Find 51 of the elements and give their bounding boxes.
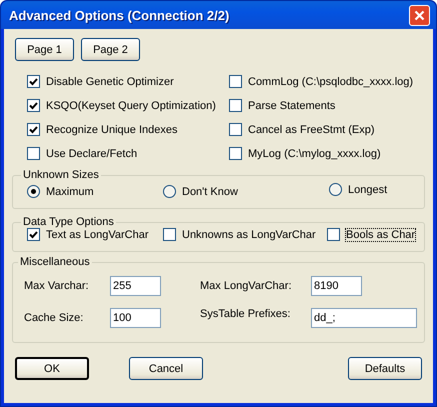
radio-label: Maximum [46, 186, 94, 198]
text-field[interactable]: 100 [110, 308, 161, 328]
checkmark-icon [29, 78, 38, 86]
radio-button[interactable] [163, 185, 176, 198]
checkbox-label: KSQO(Keyset Query Optimization) [46, 100, 216, 112]
text-field[interactable]: 255 [110, 276, 161, 296]
group-title: Unknown Sizes [22, 169, 100, 181]
checkbox-label: Bools as Char [346, 228, 416, 240]
radio-label: Longest [348, 184, 388, 196]
dialog-button[interactable]: Defaults [348, 357, 422, 380]
checkmark-icon [29, 126, 38, 134]
close-button[interactable] [409, 4, 430, 26]
checkmark-icon [29, 102, 38, 110]
radio-button[interactable] [329, 183, 342, 196]
dialog-button[interactable]: Cancel [129, 357, 203, 380]
checkbox-label: CommLog (C:\psqlodbc_xxxx.log) [248, 76, 414, 88]
field-label: SysTable Prefixes: [200, 308, 292, 320]
text-field[interactable]: 8190 [311, 276, 362, 296]
field-label: Max Varchar: [24, 280, 90, 292]
radio-label: Don't Know [182, 186, 238, 198]
checkbox[interactable] [229, 147, 242, 160]
checkbox-label: Recognize Unique Indexes [46, 124, 178, 136]
page-button[interactable]: Page 2 [81, 38, 140, 61]
checkbox[interactable] [163, 228, 176, 241]
checkbox[interactable] [229, 99, 242, 112]
group-title: Miscellaneous [19, 256, 91, 268]
checkbox-label: Disable Genetic Optimizer [46, 76, 174, 88]
radio-button[interactable] [27, 185, 40, 198]
checkbox[interactable] [27, 228, 40, 241]
field-label: Cache Size: [24, 312, 84, 324]
checkbox[interactable] [327, 228, 340, 241]
checkbox-label: Unknowns as LongVarChar [182, 228, 316, 240]
checkbox-label: Use Declare/Fetch [46, 148, 138, 160]
group-title: Data Type Options [22, 216, 115, 228]
window-title: Advanced Options (Connection 2/2) [9, 8, 230, 22]
checkbox[interactable] [27, 99, 40, 112]
checkbox-label: MyLog (C:\mylog_xxxx.log) [248, 148, 381, 160]
checkbox-label: Parse Statements [248, 100, 336, 112]
dialog-button[interactable]: OK [15, 357, 89, 380]
checkbox-label: Cancel as FreeStmt (Exp) [248, 124, 375, 136]
checkbox[interactable] [27, 147, 40, 160]
checkbox[interactable] [27, 123, 40, 136]
checkbox-label: Text as LongVarChar [46, 228, 149, 240]
close-icon [414, 10, 425, 20]
field-label: Max LongVarChar: [200, 280, 293, 292]
checkmark-icon [29, 230, 38, 238]
page-button[interactable]: Page 1 [15, 38, 74, 61]
checkbox[interactable] [27, 75, 40, 88]
checkbox[interactable] [229, 123, 242, 136]
text-field[interactable]: dd_; [311, 308, 417, 328]
checkbox[interactable] [229, 75, 242, 88]
